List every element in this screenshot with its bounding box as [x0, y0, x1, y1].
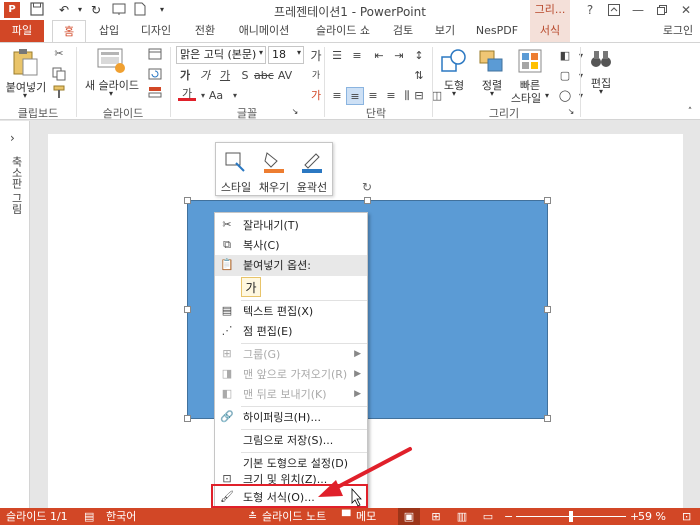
normal-view-icon[interactable]: ▣ — [398, 508, 420, 525]
comments-icon[interactable]: ▀ — [342, 508, 350, 525]
zoom-slider-thumb[interactable] — [569, 511, 573, 522]
annotation-arrow-icon — [318, 447, 412, 507]
status-bar: 슬라이드 1/1 ▤ 한국어 ≛ 슬라이드 노트 ▀ 메모 ▣ ⊞ ▥ ▭ − … — [0, 508, 700, 525]
comments-button[interactable]: 메모 — [356, 508, 376, 525]
notes-button[interactable]: 슬라이드 노트 — [262, 508, 326, 525]
slide-sorter-icon[interactable]: ⊞ — [426, 508, 446, 525]
zoom-slider[interactable] — [516, 508, 626, 525]
reading-view-icon[interactable]: ▥ — [452, 508, 472, 525]
slideshow-view-icon[interactable]: ▭ — [478, 508, 498, 525]
spellcheck-icon[interactable]: ▤ — [84, 508, 94, 525]
zoom-out-button[interactable]: − — [504, 508, 513, 525]
language-indicator[interactable]: 한국어 — [106, 508, 136, 525]
notes-icon[interactable]: ≛ — [248, 508, 257, 525]
fit-to-window-icon[interactable]: ⊡ — [682, 508, 691, 525]
slide-counter: 슬라이드 1/1 — [6, 510, 68, 523]
zoom-level[interactable]: 59 % — [638, 508, 666, 525]
